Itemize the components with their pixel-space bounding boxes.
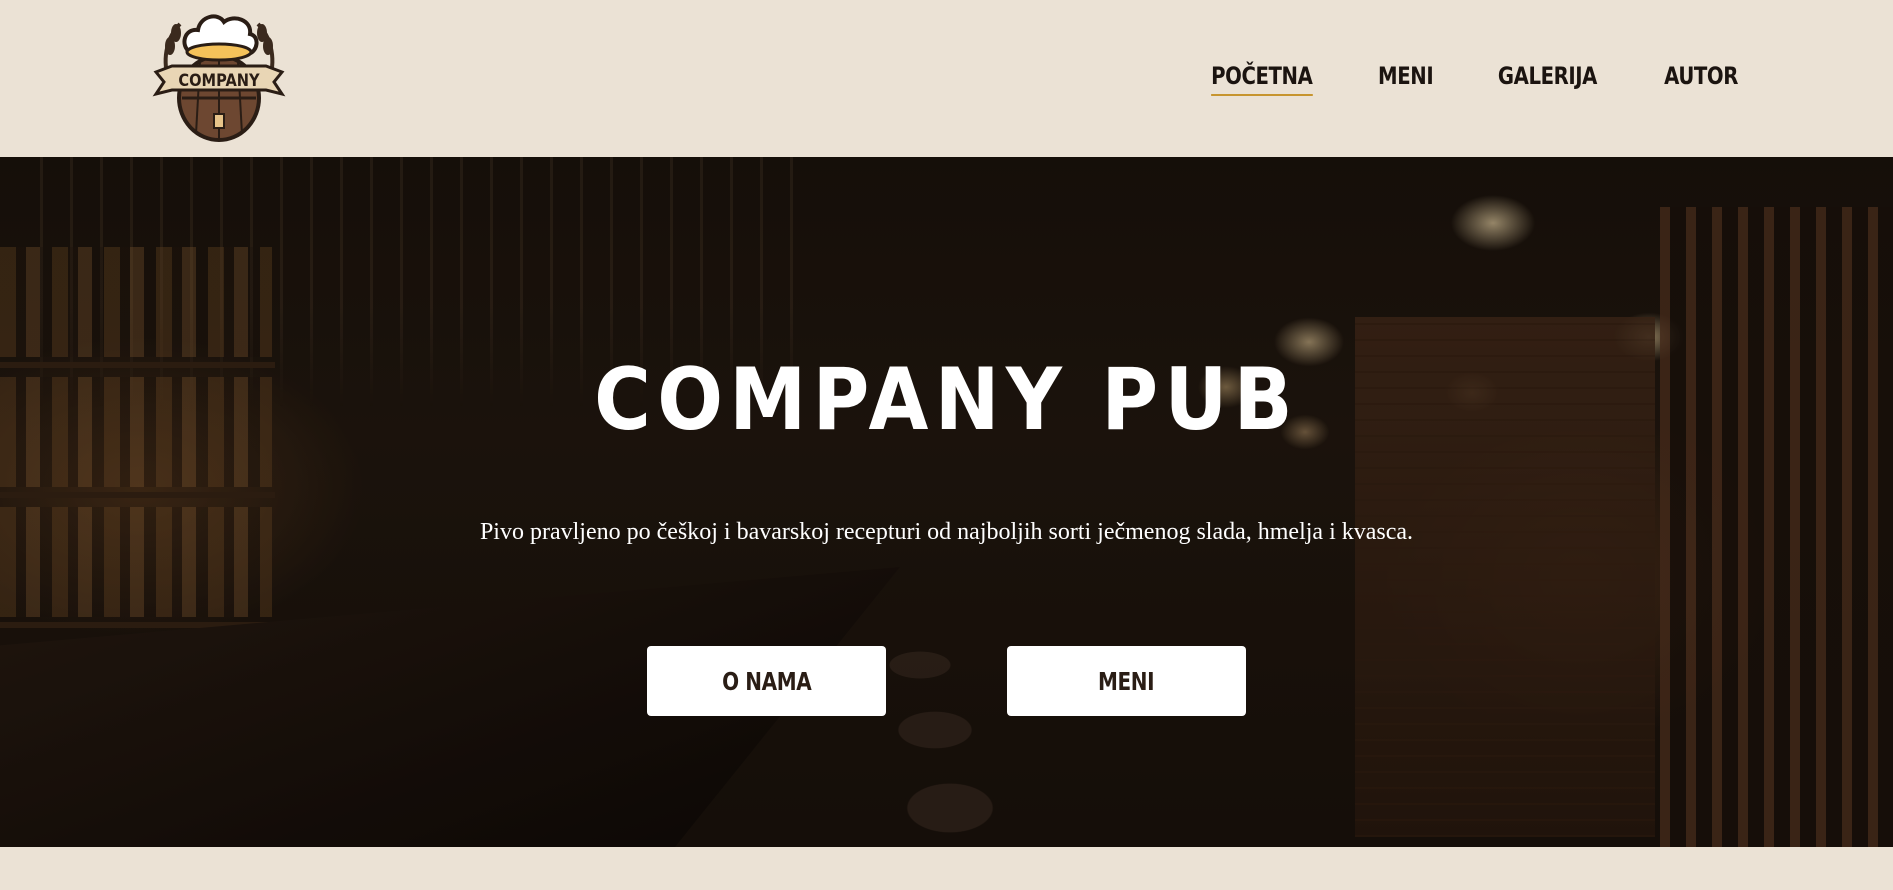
o-nama-button[interactable]: O NAMA xyxy=(647,646,886,716)
beer-barrel-logo-icon: COMPANY xyxy=(152,14,286,142)
nav-link-autor[interactable]: AUTOR xyxy=(1664,62,1738,96)
meni-button[interactable]: MENI xyxy=(1007,646,1246,716)
o-nama-button-label: O NAMA xyxy=(721,666,812,696)
main-nav: POČETNA MENI GALERIJA AUTOR xyxy=(1208,0,1738,157)
nav-link-galerija[interactable]: GALERIJA xyxy=(1498,62,1598,96)
hero-section: COMPANY PUB Pivo pravljeno po češkoj i b… xyxy=(0,157,1893,847)
hero-buttons: O NAMA MENI xyxy=(0,646,1893,716)
company-logo[interactable]: COMPANY xyxy=(150,6,288,144)
hero-content: COMPANY PUB Pivo pravljeno po češkoj i b… xyxy=(0,157,1893,847)
hero-subtitle: Pivo pravljeno po češkoj i bavarskoj rec… xyxy=(479,519,1414,545)
meni-button-label: MENI xyxy=(1098,666,1155,696)
nav-link-pocetna[interactable]: POČETNA xyxy=(1211,62,1313,96)
hero-title: COMPANY PUB xyxy=(594,350,1299,450)
logo-text: COMPANY xyxy=(178,70,260,90)
nav-link-meni[interactable]: MENI xyxy=(1378,62,1434,96)
site-header: COMPANY POČETNA MENI GALERIJA AUTOR xyxy=(0,0,1893,157)
